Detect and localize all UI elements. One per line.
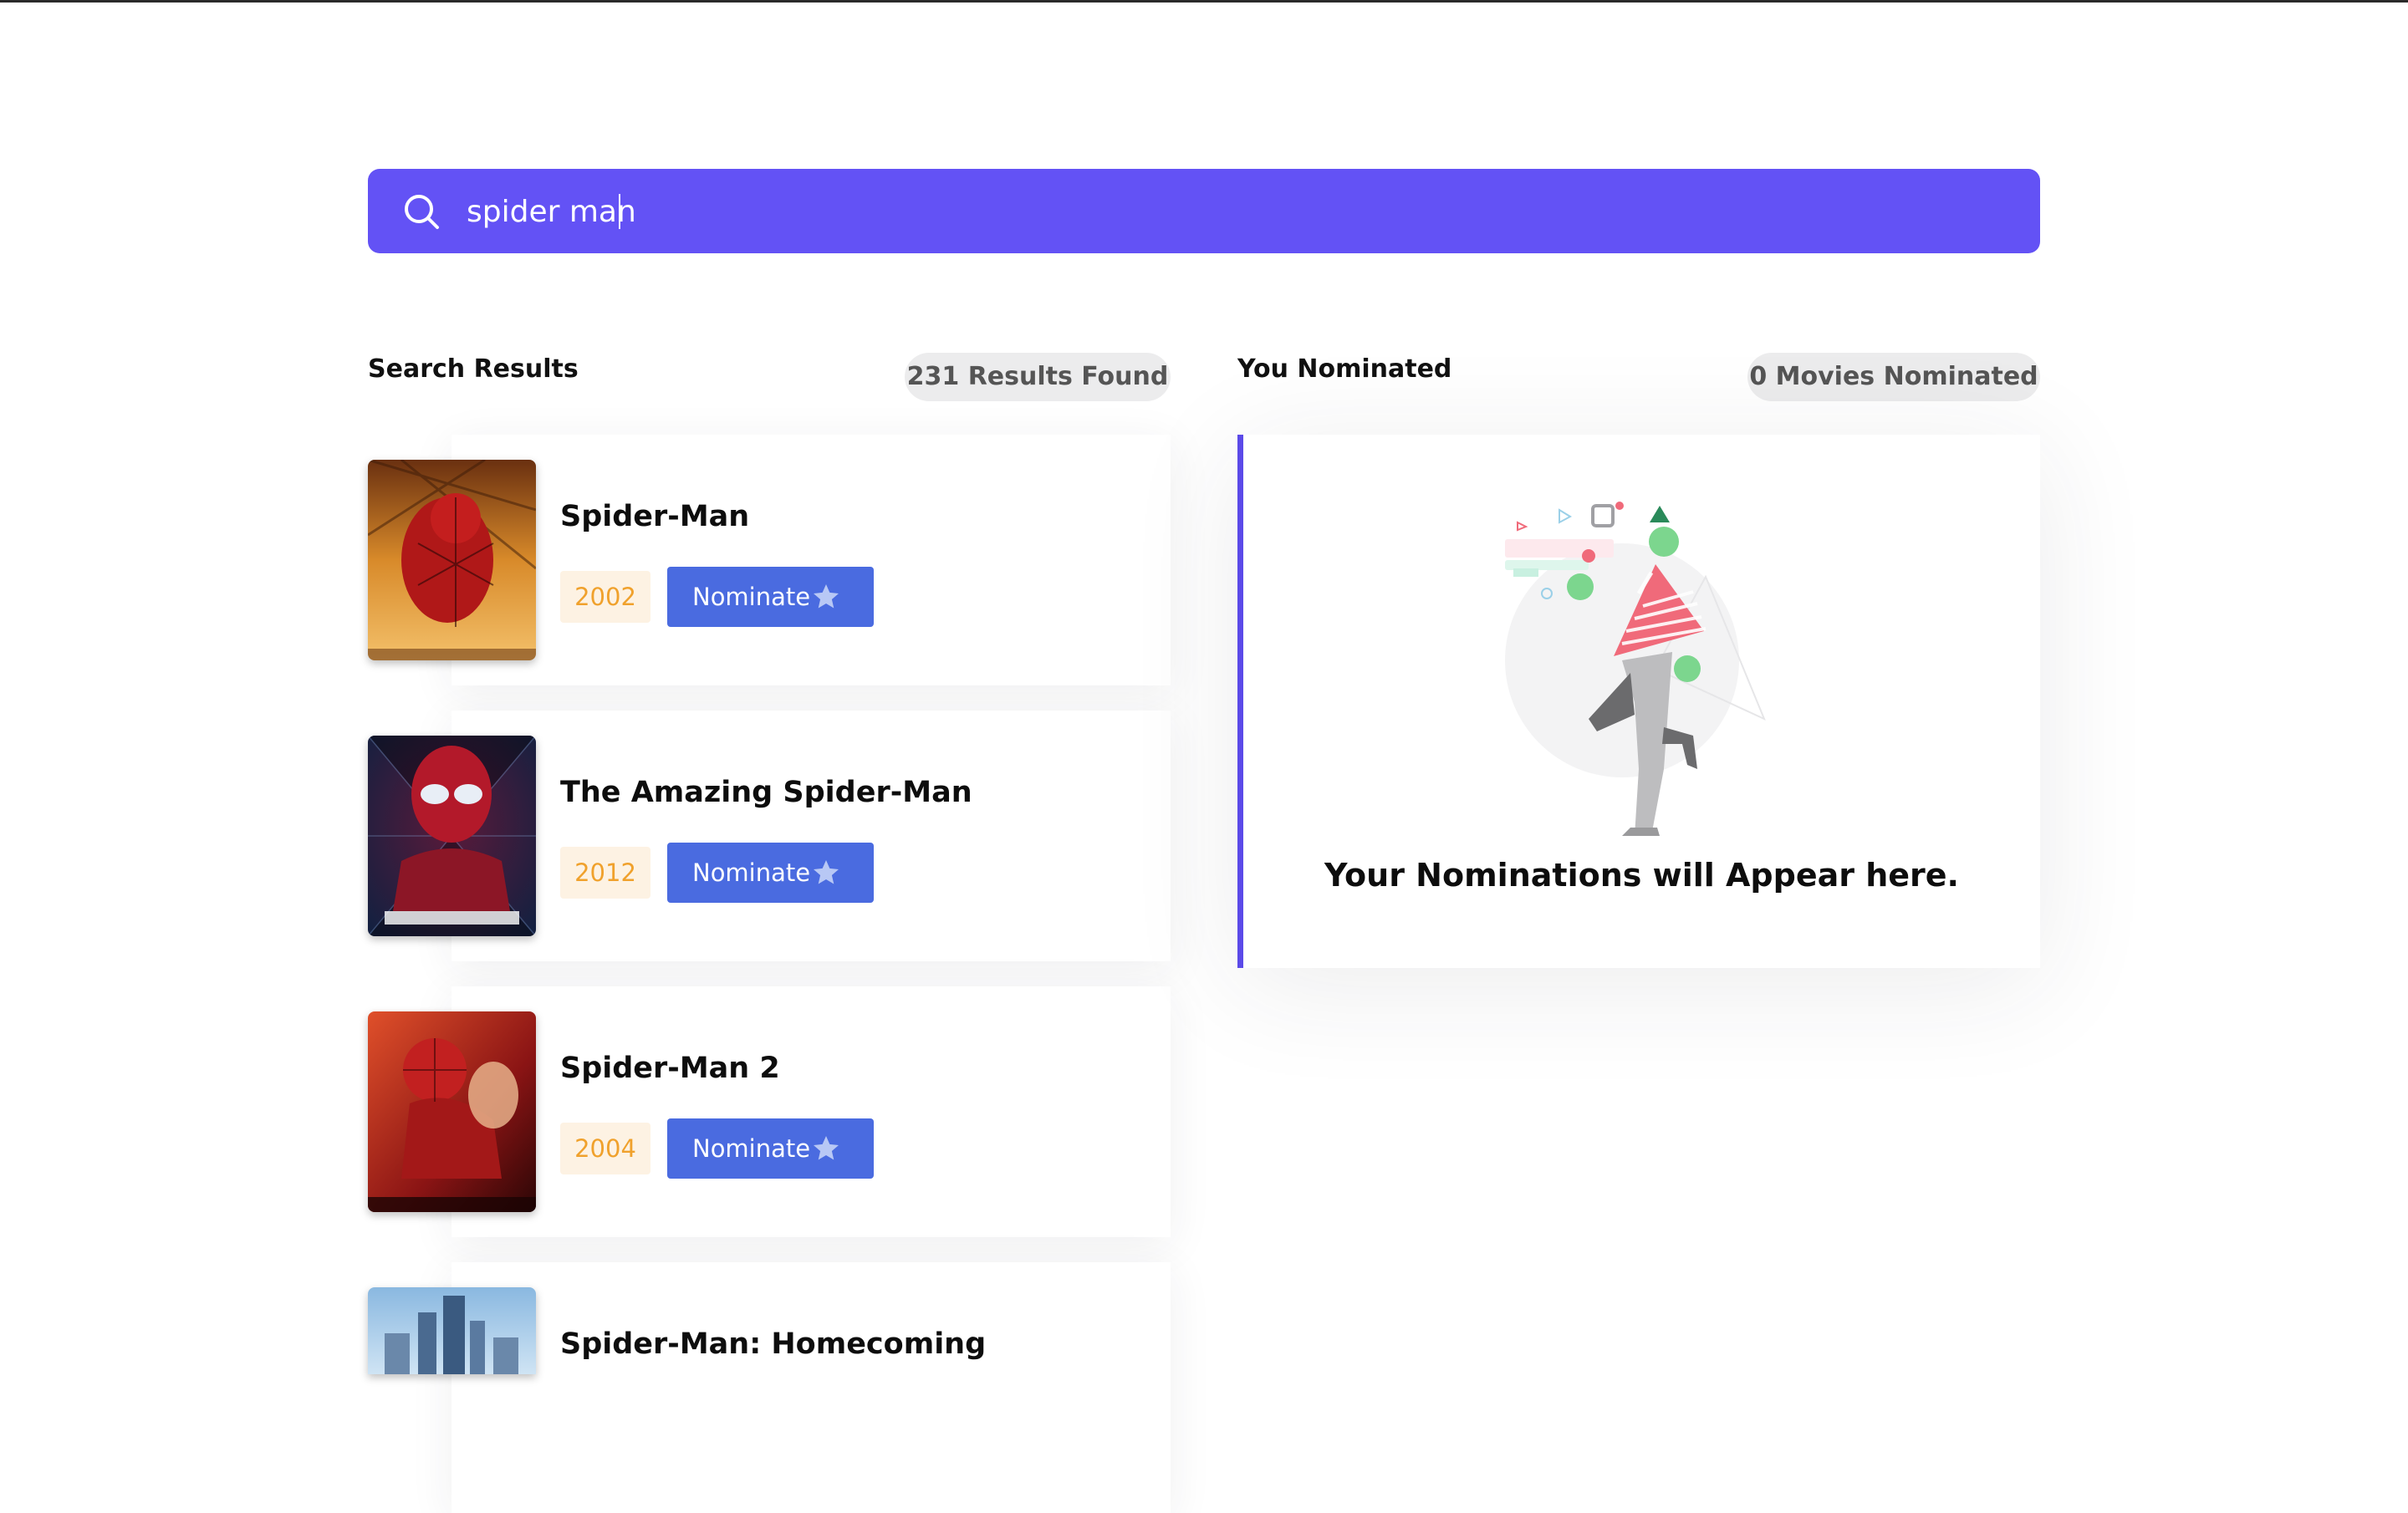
nominate-button-label: Nominate — [692, 583, 811, 611]
text-caret — [619, 194, 620, 229]
year-badge: 2004 — [560, 1123, 650, 1174]
nominate-button-label: Nominate — [692, 1134, 811, 1163]
empty-nominations-illustration — [1505, 502, 1766, 836]
result-card — [452, 1262, 1171, 1513]
nominate-button[interactable]: Nominate — [667, 843, 874, 903]
star-icon — [814, 584, 839, 609]
results-count-badge: 231 Results Found — [905, 353, 1171, 401]
nominations-empty-message: Your Nominations will Appear here. — [1324, 857, 1959, 894]
star-icon — [814, 860, 839, 884]
search-input[interactable] — [467, 184, 1988, 239]
movie-poster — [368, 1011, 536, 1212]
result-card — [452, 435, 1171, 685]
top-border — [0, 0, 2408, 3]
nominate-button[interactable]: Nominate — [667, 567, 874, 627]
movie-title: Spider-Man — [560, 500, 750, 533]
movie-poster — [368, 1287, 536, 1374]
search-results-title: Search Results — [368, 354, 579, 384]
search-icon — [405, 195, 439, 229]
movie-poster — [368, 736, 536, 936]
movie-title: Spider-Man: Homecoming — [560, 1327, 987, 1361]
nominations-panel-accent — [1237, 435, 1243, 968]
movie-poster — [368, 460, 536, 660]
star-icon — [814, 1136, 839, 1160]
nominations-count-badge: 0 Movies Nominated — [1747, 353, 2040, 401]
result-card — [452, 986, 1171, 1237]
year-badge: 2002 — [560, 571, 650, 623]
year-badge: 2012 — [560, 847, 650, 899]
nominations-title: You Nominated — [1237, 354, 1452, 384]
movie-title: The Amazing Spider-Man — [560, 776, 972, 809]
movie-title: Spider-Man 2 — [560, 1052, 780, 1085]
nominate-button[interactable]: Nominate — [667, 1118, 874, 1179]
nominate-button-label: Nominate — [692, 858, 811, 887]
result-card — [452, 711, 1171, 961]
